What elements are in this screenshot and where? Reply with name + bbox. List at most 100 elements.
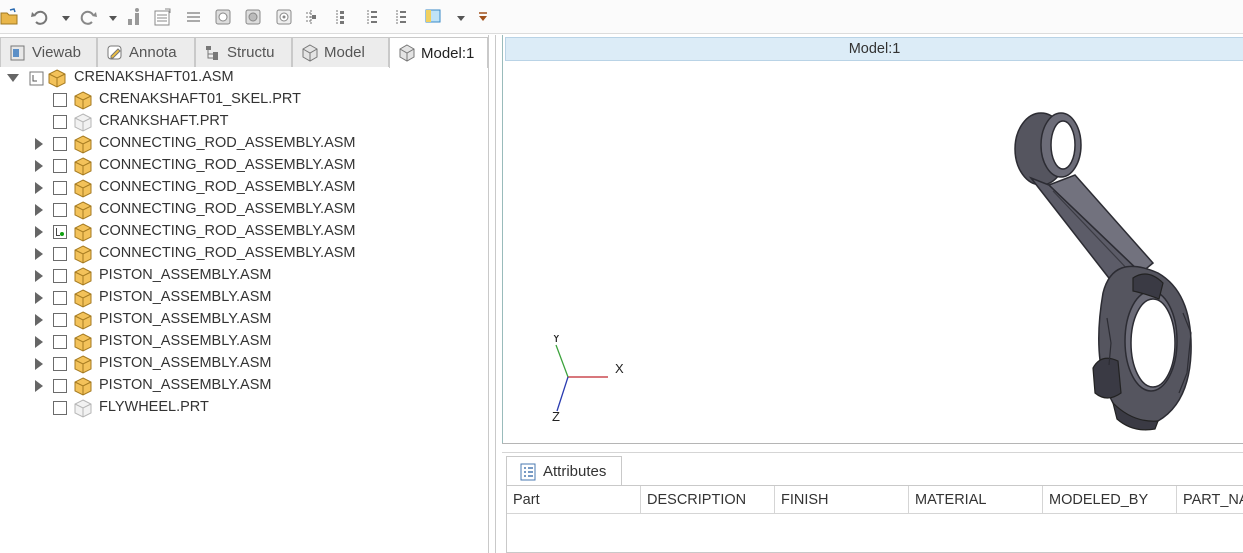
tree-item-checkbox[interactable] [53, 115, 67, 129]
expand-arrow-icon[interactable] [35, 160, 43, 172]
expand-arrow-icon[interactable] [35, 182, 43, 194]
tab-structure[interactable]: Structu [195, 37, 292, 67]
part-icon [73, 90, 93, 110]
tree-item-label: CONNECTING_ROD_ASSEMBLY.ASM [99, 223, 356, 239]
tree-item[interactable]: PISTON_ASSEMBLY.ASM [0, 265, 488, 287]
tree-item-label: CONNECTING_ROD_ASSEMBLY.ASM [99, 179, 356, 195]
model-tree-panel: Viewab Annota Structu Model Model:1 CREN… [0, 35, 488, 553]
cylinder-icon[interactable] [243, 7, 263, 27]
model-cube-icon [301, 43, 319, 62]
tree-item-checkbox[interactable] [53, 269, 67, 283]
tree-item-label: PISTON_ASSEMBLY.ASM [99, 377, 272, 393]
redo-icon[interactable] [78, 7, 98, 27]
tree-item-checkbox[interactable] [53, 93, 67, 107]
tree-item[interactable]: CRENAKSHAFT01_SKEL.PRT [0, 89, 488, 111]
tree-root[interactable]: CRENAKSHAFT01.ASM [0, 67, 488, 89]
open-folder-icon[interactable] [0, 7, 20, 27]
expand-arrow-icon[interactable] [35, 314, 43, 326]
tree-item[interactable]: PISTON_ASSEMBLY.ASM [0, 353, 488, 375]
tab-model-1[interactable]: Model:1 [389, 37, 488, 68]
tree-item[interactable]: CONNECTING_ROD_ASSEMBLY.ASM [0, 243, 488, 265]
tree-item[interactable]: PISTON_ASSEMBLY.ASM [0, 287, 488, 309]
cylinder-hole-icon[interactable] [274, 7, 294, 27]
tree-item-checkbox[interactable] [53, 401, 67, 415]
tree-item-checkbox[interactable] [53, 247, 67, 261]
viewport-title: Model:1 [505, 37, 1243, 61]
tree-collapse-icon[interactable] [362, 7, 382, 27]
regenerate-icon[interactable] [126, 7, 146, 27]
column-header-modeled-by[interactable]: MODELED_BY [1043, 486, 1177, 514]
table-icon[interactable] [153, 7, 173, 27]
gear-box-icon[interactable] [213, 7, 233, 27]
tab-model[interactable]: Model [292, 37, 389, 67]
3d-viewport[interactable]: Model:1 X Y Z [502, 35, 1243, 445]
tree-item[interactable]: PISTON_ASSEMBLY.ASM [0, 309, 488, 331]
tree-item-checkbox[interactable] [53, 159, 67, 173]
tree-item-checkbox[interactable] [53, 313, 67, 327]
column-header-part[interactable]: Part [507, 486, 641, 514]
column-header-finish[interactable]: FINISH [775, 486, 909, 514]
assembly-icon [73, 288, 93, 308]
tree-item[interactable]: CONNECTING_ROD_ASSEMBLY.ASM [0, 133, 488, 155]
tab-label: Model:1 [421, 44, 475, 62]
expand-arrow-icon[interactable] [35, 204, 43, 216]
connecting-rod-model[interactable] [983, 103, 1213, 433]
expand-arrow-icon[interactable] [35, 138, 43, 150]
tree-item-checkbox[interactable] [53, 181, 67, 195]
redo-dropdown-icon[interactable] [103, 7, 117, 27]
tree-item[interactable]: FLYWHEEL.PRT [0, 397, 488, 419]
attributes-table: Part DESCRIPTION FINISH MATERIAL MODELED… [506, 485, 1243, 553]
tab-label: Attributes [543, 463, 607, 480]
tab-viewables[interactable]: Viewab [0, 37, 97, 67]
assembly-icon [73, 266, 93, 286]
tree-item[interactable]: CONNECTING_ROD_ASSEMBLY.ASM [0, 177, 488, 199]
tree-item[interactable]: PISTON_ASSEMBLY.ASM [0, 331, 488, 353]
structure-icon [204, 44, 222, 62]
vertical-splitter[interactable] [488, 35, 502, 553]
tree-item-checkbox[interactable] [53, 203, 67, 217]
expand-arrow-icon[interactable] [35, 358, 43, 370]
collapse-arrow-icon[interactable] [7, 74, 19, 82]
tree-item[interactable]: PISTON_ASSEMBLY.ASM [0, 375, 488, 397]
layer-icon[interactable] [301, 7, 321, 27]
tree-item-label: FLYWHEEL.PRT [99, 399, 209, 415]
tree-item-checkbox[interactable] [53, 291, 67, 305]
view-style-icon[interactable] [424, 7, 444, 27]
column-header-part-name[interactable]: PART_NA [1177, 486, 1243, 514]
tree-item-label: CRENAKSHAFT01_SKEL.PRT [99, 91, 301, 107]
tree-item[interactable]: CONNECTING_ROD_ASSEMBLY.ASM [0, 199, 488, 221]
column-header-material[interactable]: MATERIAL [909, 486, 1043, 514]
tree-expand-icon[interactable] [331, 7, 351, 27]
undo-dropdown-icon[interactable] [56, 7, 70, 27]
tree-item-label: PISTON_ASSEMBLY.ASM [99, 311, 272, 327]
assembly-icon [73, 354, 93, 374]
tree-filter-icon[interactable] [393, 7, 413, 27]
expand-arrow-icon[interactable] [35, 248, 43, 260]
tree-item[interactable]: CONNECTING_ROD_ASSEMBLY.ASM [0, 155, 488, 177]
tab-attributes[interactable]: Attributes [506, 456, 622, 486]
tree-item-checkbox[interactable] [53, 137, 67, 151]
view-dropdown-icon[interactable] [451, 7, 465, 27]
column-header-description[interactable]: DESCRIPTION [641, 486, 775, 514]
horizontal-splitter[interactable] [502, 443, 1243, 453]
coordinate-triad: X Y Z [552, 335, 624, 424]
customize-toolbar-icon[interactable] [473, 7, 487, 27]
tree-item-label: PISTON_ASSEMBLY.ASM [99, 355, 272, 371]
expand-arrow-icon[interactable] [35, 336, 43, 348]
tree-item-checkbox[interactable] [53, 357, 67, 371]
assembly-icon [73, 134, 93, 154]
expand-arrow-icon[interactable] [35, 292, 43, 304]
tree-item[interactable]: CONNECTING_ROD_ASSEMBLY.ASM [0, 221, 488, 243]
expand-arrow-icon[interactable] [35, 380, 43, 392]
tree-item-checkbox[interactable] [53, 225, 67, 239]
assembly-icon [73, 178, 93, 198]
list-icon[interactable] [184, 7, 204, 27]
tree-item-checkbox[interactable] [53, 335, 67, 349]
expand-arrow-icon[interactable] [35, 226, 43, 238]
undo-icon[interactable] [30, 7, 50, 27]
tree-item-label: CONNECTING_ROD_ASSEMBLY.ASM [99, 245, 356, 261]
tab-annotations[interactable]: Annota [97, 37, 195, 67]
tree-item-checkbox[interactable] [53, 379, 67, 393]
tree-item[interactable]: CRANKSHAFT.PRT [0, 111, 488, 133]
expand-arrow-icon[interactable] [35, 270, 43, 282]
